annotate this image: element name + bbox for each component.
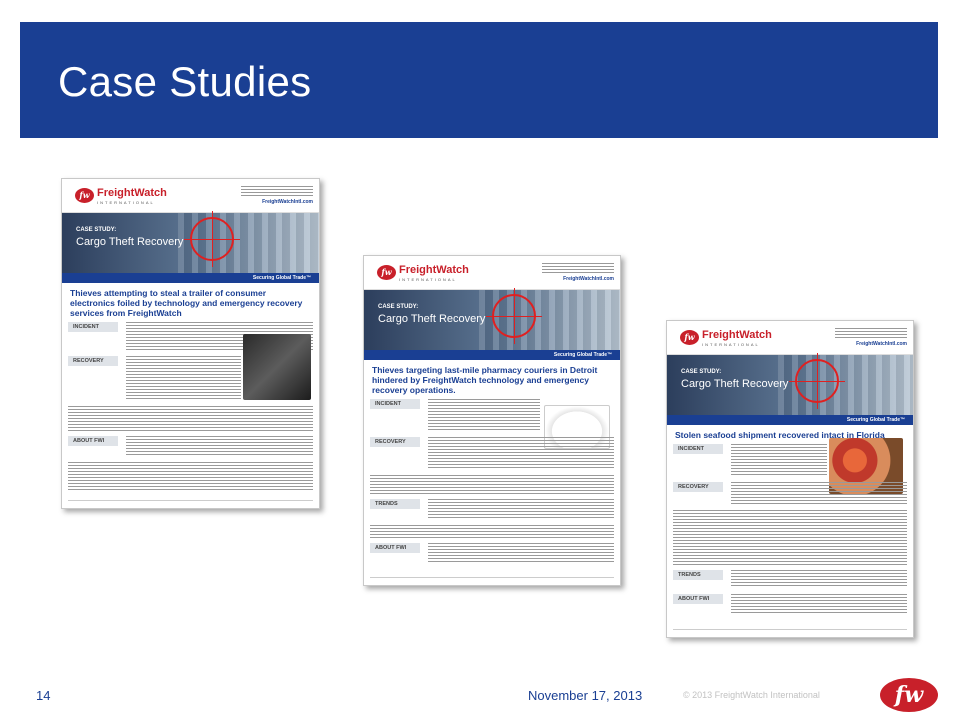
tagline-bar: Securing Global Trade™	[667, 415, 913, 425]
crosshair-icon	[789, 353, 845, 409]
doc-brand-sub: INTERNATIONAL	[702, 342, 760, 347]
tagline-bar: Securing Global Trade™	[62, 273, 319, 283]
case-title: Cargo Theft Recovery	[378, 313, 486, 325]
section-text	[126, 356, 241, 400]
slide-title: Case Studies	[58, 58, 312, 105]
section-label: TRENDS	[370, 499, 420, 509]
doc-website: FreightWatchIntl.com	[856, 341, 907, 347]
tagline: Securing Global Trade™	[846, 417, 905, 423]
doc-address-text	[542, 263, 614, 273]
doc-website: FreightWatchIntl.com	[262, 199, 313, 205]
doc-address-text	[241, 186, 313, 196]
page-number: 14	[36, 688, 51, 703]
section-text	[731, 594, 907, 614]
slide-date: November 17, 2013	[528, 688, 643, 703]
doc-footer	[370, 577, 614, 581]
section-text	[731, 444, 827, 476]
doc-brand: FreightWatch	[97, 187, 167, 199]
doc-footer	[68, 500, 313, 504]
section-label: ABOUT FWI	[68, 436, 118, 446]
body-text	[370, 475, 614, 495]
freightwatch-logo-icon: fw	[680, 330, 699, 345]
doc-brand: FreightWatch	[399, 264, 469, 276]
case-label: CASE STUDY:	[76, 227, 117, 233]
doc-brand-sub: INTERNATIONAL	[97, 200, 155, 205]
body-text	[68, 406, 313, 432]
doc-brand: FreightWatch	[702, 329, 772, 341]
doc-footer	[673, 629, 907, 633]
section-label: RECOVERY	[673, 482, 723, 492]
doc-header: fw FreightWatch INTERNATIONAL FreightWat…	[667, 321, 913, 355]
body-text	[673, 510, 907, 566]
section-text	[731, 482, 907, 504]
doc-banner: CASE STUDY: Cargo Theft Recovery	[667, 353, 913, 415]
section-label: TRENDS	[673, 570, 723, 580]
section-incident: INCIDENT	[673, 438, 907, 494]
section-label: RECOVERY	[68, 356, 118, 366]
section-about: ABOUT FWI	[673, 594, 907, 616]
tagline: Securing Global Trade™	[252, 275, 311, 281]
body-text	[370, 525, 614, 539]
section-trends: TRENDS	[673, 570, 907, 590]
section-label: ABOUT FWI	[370, 543, 420, 553]
case-label: CASE STUDY:	[378, 304, 419, 310]
doc-brand-sub: INTERNATIONAL	[399, 277, 457, 282]
crosshair-icon	[184, 211, 240, 267]
section-label: RECOVERY	[370, 437, 420, 447]
doc-header: fw FreightWatch INTERNATIONAL FreightWat…	[364, 256, 620, 290]
doc-banner: CASE STUDY: Cargo Theft Recovery	[364, 288, 620, 350]
section-text	[428, 399, 540, 431]
body-text	[68, 462, 313, 490]
section-label: INCIDENT	[68, 322, 118, 332]
case-study-document-2[interactable]: fw FreightWatch INTERNATIONAL FreightWat…	[363, 255, 621, 586]
tagline-bar: Securing Global Trade™	[364, 350, 620, 360]
section-recovery: RECOVERY	[673, 482, 907, 506]
freightwatch-logo-icon: fw	[377, 265, 396, 280]
crosshair-icon	[486, 288, 542, 344]
doc-headline: Thieves targeting last-mile pharmacy cou…	[372, 365, 598, 395]
case-title: Cargo Theft Recovery	[76, 236, 184, 248]
tagline: Securing Global Trade™	[553, 352, 612, 358]
section-about: ABOUT FWI	[370, 543, 614, 565]
section-text	[428, 499, 614, 519]
case-label: CASE STUDY:	[681, 369, 722, 375]
section-label: INCIDENT	[673, 444, 723, 454]
section-label: INCIDENT	[370, 399, 420, 409]
doc-address-text	[835, 328, 907, 338]
section-text	[731, 570, 907, 588]
freightwatch-logo-icon: fw	[880, 678, 938, 712]
section-text	[126, 436, 313, 456]
case-title: Cargo Theft Recovery	[681, 378, 789, 390]
electronics-photo	[243, 334, 311, 400]
case-study-document-3[interactable]: fw FreightWatch INTERNATIONAL FreightWat…	[666, 320, 914, 638]
doc-banner: CASE STUDY: Cargo Theft Recovery	[62, 211, 319, 273]
case-study-document-1[interactable]: fw FreightWatch INTERNATIONAL FreightWat…	[61, 178, 320, 509]
section-recovery: RECOVERY	[68, 334, 313, 402]
doc-website: FreightWatchIntl.com	[563, 276, 614, 282]
doc-headline: Thieves attempting to steal a trailer of…	[70, 288, 303, 318]
section-text	[428, 437, 614, 469]
copyright-text: © 2013 FreightWatch International	[683, 690, 820, 700]
section-about: ABOUT FWI	[68, 436, 313, 458]
section-incident: INCIDENT	[370, 399, 614, 449]
section-label: ABOUT FWI	[673, 594, 723, 604]
section-trends: TRENDS	[370, 499, 614, 521]
freightwatch-logo-icon: fw	[75, 188, 94, 203]
section-recovery: RECOVERY	[370, 437, 614, 471]
section-text	[428, 543, 614, 563]
title-band: Case Studies	[20, 22, 938, 138]
doc-header: fw FreightWatch INTERNATIONAL FreightWat…	[62, 179, 319, 213]
